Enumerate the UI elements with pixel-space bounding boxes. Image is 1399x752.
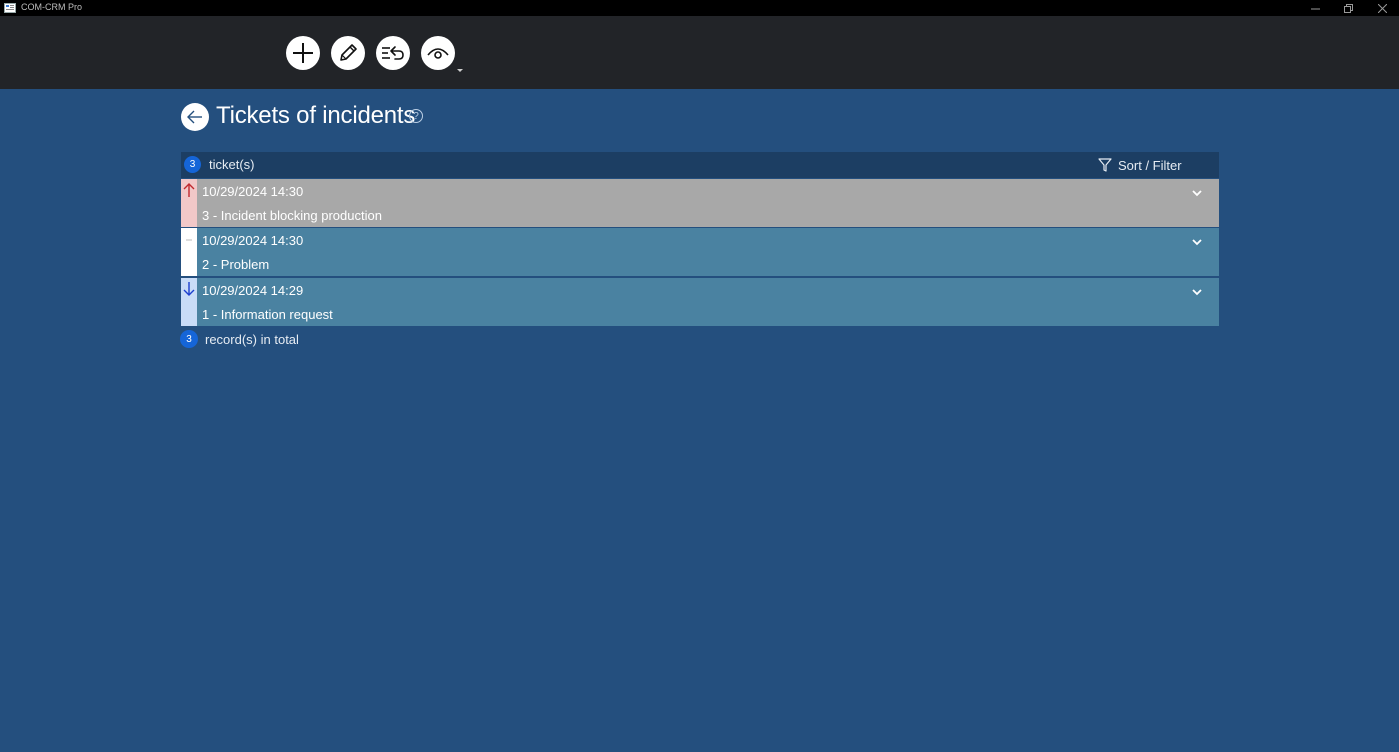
records-total-badge: 3 [180,330,198,348]
dash-icon [186,239,192,241]
sort-filter-button[interactable]: Sort / Filter [1098,155,1182,175]
page-title: Tickets of incidents [216,102,416,129]
ticket-row[interactable]: 10/29/2024 14:30 3 - Incident blocking p… [181,179,1219,227]
priority-indicator [181,278,197,326]
ticket-title: 1 - Information request [202,307,333,322]
eye-icon [427,48,449,59]
priority-indicator [181,228,197,276]
ticket-date: 10/29/2024 14:30 [202,184,304,199]
arrow-down-icon [183,282,195,296]
mail-reply-icon [382,46,404,60]
ticket-count-badge: 3 [184,156,201,173]
add-button[interactable] [286,36,320,70]
app-icon [4,3,16,13]
ticket-date: 10/29/2024 14:30 [202,233,304,248]
restore-button[interactable] [1334,0,1362,16]
ticket-row[interactable]: 10/29/2024 14:29 1 - Information request [181,278,1219,326]
ticket-title: 2 - Problem [202,257,270,272]
ticket-count-label: ticket(s) [209,157,255,172]
restore-icon [1343,3,1353,13]
view-button[interactable] [421,36,455,70]
view-dropdown-caret-icon[interactable] [457,69,463,72]
list-header: 3 ticket(s) Sort / Filter [181,152,1219,178]
ticket-row[interactable]: 10/29/2024 14:30 2 - Problem [181,228,1219,276]
reply-button[interactable] [376,36,410,70]
pencil-icon [340,44,357,61]
arrow-left-icon [187,110,202,124]
back-button[interactable] [181,103,209,131]
help-icon[interactable]: ? [409,109,423,123]
plus-icon [293,43,313,63]
edit-button[interactable] [331,36,365,70]
records-total-label: record(s) in total [205,332,299,347]
sort-filter-label: Sort / Filter [1118,157,1182,173]
expand-chevron-icon[interactable] [1191,187,1203,199]
toolbar [0,16,1399,89]
minimize-button[interactable] [1301,0,1329,16]
expand-chevron-icon[interactable] [1191,236,1203,248]
window-title: COM-CRM Pro [21,2,82,12]
filter-icon [1098,158,1112,172]
window-titlebar: COM-CRM Pro [0,0,1399,16]
ticket-title: 3 - Incident blocking production [202,208,382,223]
expand-chevron-icon[interactable] [1191,286,1203,298]
arrow-up-icon [183,183,195,197]
close-icon [1377,3,1387,13]
minimize-icon [1310,8,1320,9]
priority-indicator [181,179,197,227]
close-button[interactable] [1368,0,1396,16]
ticket-date: 10/29/2024 14:29 [202,283,304,298]
